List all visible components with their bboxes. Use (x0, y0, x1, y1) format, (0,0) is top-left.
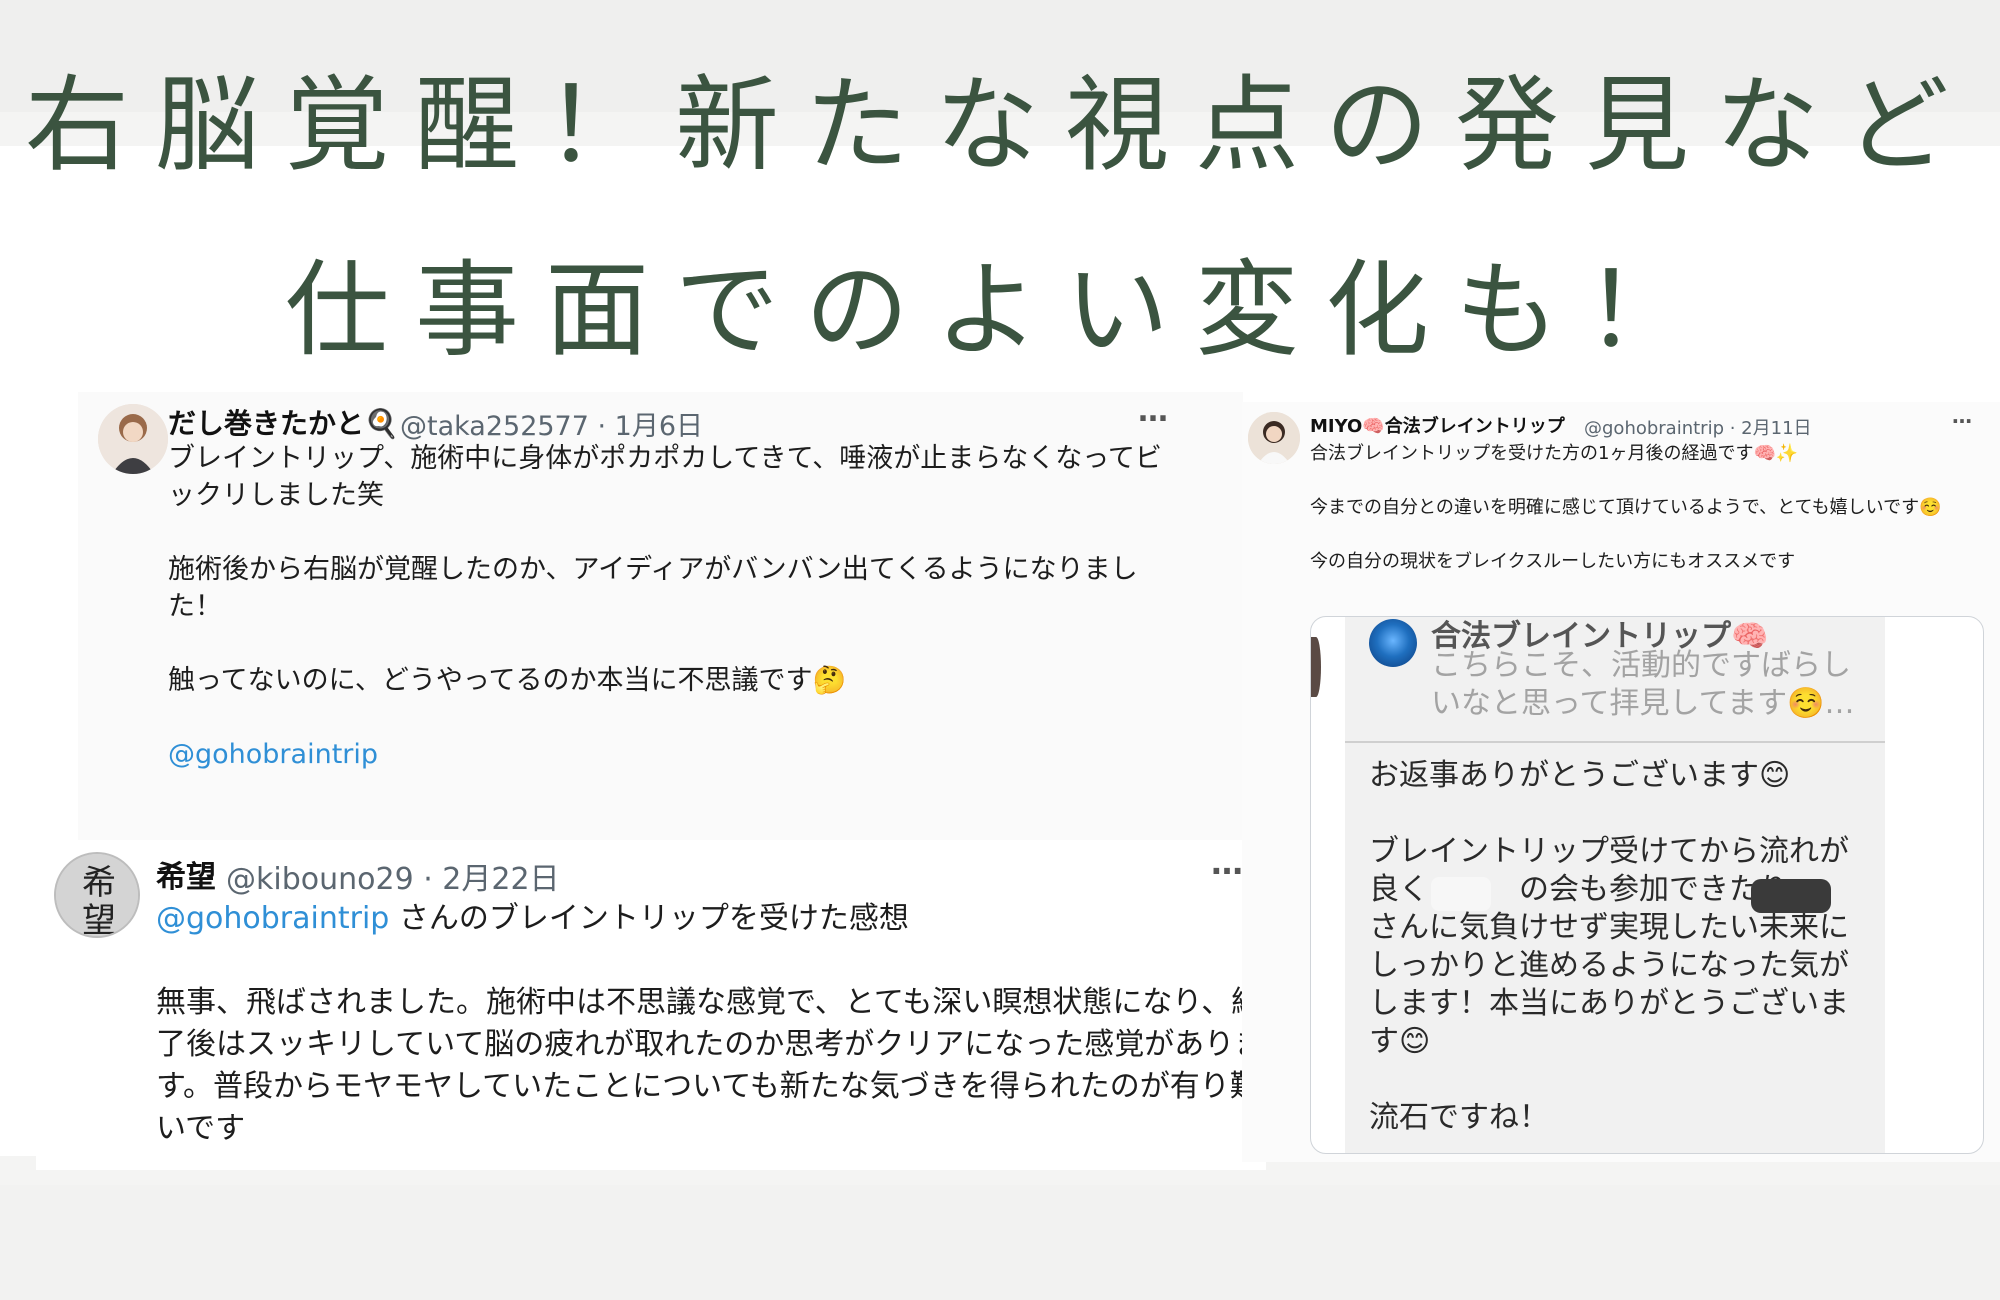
redacted-mask (1751, 879, 1831, 913)
more-options-icon[interactable]: … (1211, 844, 1245, 882)
tweet-body: @gohobraintrip さんのブレイントリップを受けた感想 無事、飛ばされ… (156, 898, 1266, 1150)
divider (1345, 741, 1885, 743)
calligraphy-avatar-icon: 希 望 (56, 854, 138, 938)
avatar[interactable] (98, 404, 168, 474)
avatar-char-2: 望 (82, 901, 116, 938)
more-options-icon[interactable]: … (1952, 404, 1974, 428)
mention-link[interactable]: @gohobraintrip (168, 739, 378, 770)
author-handle[interactable]: @gohobraintrip · 2月11日 (1584, 414, 1812, 440)
tweet-card-taka: だし巻きたかと🍳 @taka252577 · 1月6日 … ブレイントリップ、施… (78, 392, 1243, 842)
user-avatar-icon (1248, 412, 1300, 464)
cropped-avatar-edge (1311, 637, 1321, 697)
mention-link[interactable]: @gohobraintrip (156, 901, 389, 936)
brain-avatar-icon (1369, 619, 1417, 667)
page: 右脳覚醒！新たな視点の発見など 仕事面でのよい変化も！ だし巻きたかと🍳 @ta… (0, 0, 2000, 1300)
author-name[interactable]: だし巻きたかと🍳 (168, 402, 399, 442)
tweet-body: 合法ブレイントリップを受けた方の1ヶ月後の経過です🧠✨ 今までの自分との違いを明… (1310, 443, 1942, 572)
avatar-char-1: 希 (82, 863, 116, 903)
tweet-text: 無事、飛ばされました。施術中は不思議な感覚で、とても深い瞑想状態になり、終了後は… (156, 985, 1265, 1146)
embedded-screenshot[interactable]: 合法ブレイントリップ🧠 こちらこそ、活動的ですばらしいなと思って拝見してます☺️… (1310, 616, 1984, 1154)
tweet-card-kibou: 希 望 希望 @kibouno29 · 2月22日 … @gohobraintr… (36, 840, 1266, 1170)
author-handle[interactable]: @kibouno29 · 2月22日 (226, 854, 560, 898)
author-name[interactable]: 希望 (156, 852, 216, 896)
tweet-intro: さんのブレイントリップを受けた感想 (389, 901, 909, 936)
tweet-text: ブレイントリップ、施術中に身体がポカポカしてきて、唾液が止まらなくなってビックリ… (168, 443, 1162, 696)
bottom-band (0, 1185, 2000, 1300)
more-options-icon[interactable]: … (1138, 394, 1170, 429)
author-name[interactable]: MIYO🧠合法ブレイントリップ (1310, 412, 1565, 438)
tweet-card-miyo: MIYO🧠合法ブレイントリップ @gohobraintrip · 2月11日 …… (1242, 402, 2000, 1162)
headline-line-1: 右脳覚醒！新たな視点の発見など (24, 64, 1975, 186)
author-handle[interactable]: @taka252577 · 1月6日 (400, 404, 703, 443)
user-avatar-icon (98, 404, 168, 474)
avatar[interactable] (1248, 412, 1300, 464)
tweet-body: ブレイントリップ、施術中に身体がポカポカしてきて、唾液が止まらなくなってビックリ… (168, 440, 1178, 773)
redacted-mask (1431, 877, 1491, 911)
headline-line-2: 仕事面でのよい変化も！ (284, 249, 1715, 371)
embed-quoted-text: こちらこそ、活動的ですばらしいなと思って拝見してます☺️… (1431, 648, 1855, 721)
avatar[interactable]: 希 望 (54, 852, 140, 938)
embed-reply-text: お返事ありがとうございます😊 ブレイントリップ受けてから流れが良く の会も参加で… (1369, 758, 1849, 1135)
